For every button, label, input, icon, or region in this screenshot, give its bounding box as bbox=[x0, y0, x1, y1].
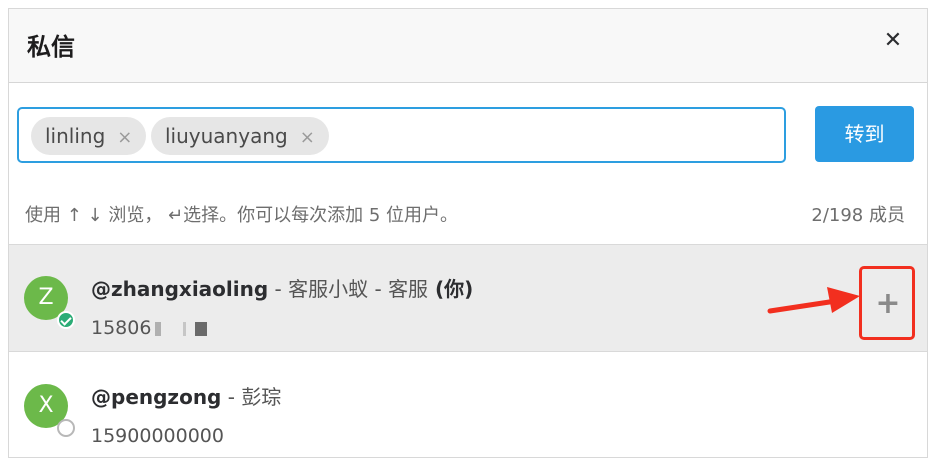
close-icon[interactable]: ✕ bbox=[881, 29, 905, 53]
user-role: 客服 bbox=[388, 277, 429, 301]
online-status-icon bbox=[57, 311, 75, 329]
user-phone: 15900000000 bbox=[91, 425, 224, 447]
separator: - bbox=[221, 385, 242, 409]
user-list-item[interactable]: Z @zhangxiaoling - 客服小蚁 - 客服 (你) 15806 + bbox=[9, 244, 927, 352]
separator: - bbox=[268, 277, 289, 301]
member-count: 2/198 成员 bbox=[811, 205, 905, 226]
direct-message-dialog: 私信 ✕ linling × liuyuanyang × 转到 使用 ↑ ↓ 浏览，… bbox=[8, 8, 928, 458]
chip-label: linling bbox=[45, 124, 106, 148]
you-tag: (你) bbox=[428, 277, 474, 301]
keyboard-hint: 使用 ↑ ↓ 浏览， ↵选择。你可以每次添加 5 位用户。 bbox=[25, 205, 459, 226]
offline-status-icon bbox=[57, 419, 75, 437]
recipient-chip: liuyuanyang × bbox=[151, 117, 329, 155]
phone-text: 15806 bbox=[91, 317, 152, 339]
user-name-line: @zhangxiaoling - 客服小蚁 - 客服 (你) bbox=[91, 273, 473, 302]
remove-chip-icon[interactable]: × bbox=[300, 127, 315, 148]
dialog-title: 私信 bbox=[27, 33, 75, 61]
remove-chip-icon[interactable]: × bbox=[117, 127, 132, 148]
add-user-button[interactable]: + bbox=[861, 279, 915, 333]
goto-button[interactable]: 转到 bbox=[815, 106, 914, 162]
recipient-input[interactable]: linling × liuyuanyang × bbox=[17, 107, 786, 163]
chip-label: liuyuanyang bbox=[165, 124, 288, 148]
user-name-line: @pengzong - 彭琮 bbox=[91, 381, 281, 410]
user-phone: 15806 bbox=[91, 317, 214, 339]
user-handle: @zhangxiaoling bbox=[91, 277, 269, 301]
recipient-chip: linling × bbox=[31, 117, 147, 155]
display-name: 客服小蚁 bbox=[288, 277, 369, 301]
display-name: 彭琮 bbox=[241, 385, 282, 409]
user-handle: @pengzong bbox=[91, 385, 222, 409]
separator: - bbox=[368, 277, 389, 301]
dialog-header: 私信 ✕ bbox=[9, 9, 927, 83]
user-list-item[interactable]: X @pengzong - 彭琮 15900000000 bbox=[9, 353, 927, 457]
redacted-phone-digits bbox=[155, 321, 214, 336]
